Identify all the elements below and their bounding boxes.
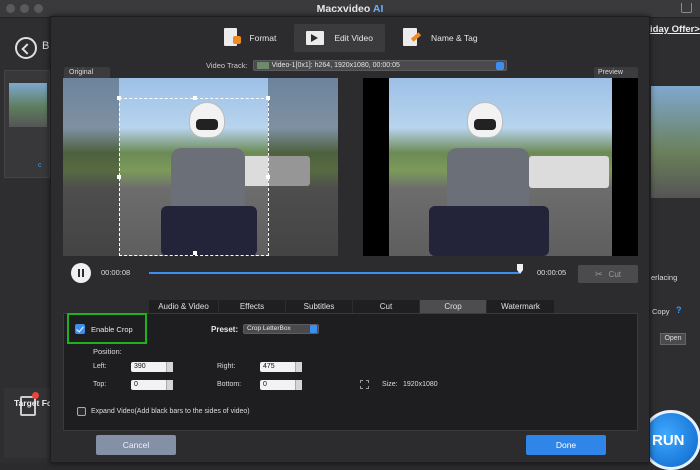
- right-value: 475: [263, 363, 275, 370]
- size-label: Size:: [382, 381, 398, 388]
- preset-value: Crop LetterBox: [247, 325, 291, 332]
- target-format-label: Target Fo: [14, 398, 53, 408]
- cart-icon[interactable]: [681, 3, 692, 13]
- size-icon: [360, 380, 369, 389]
- tab-edit-video[interactable]: Edit Video: [294, 24, 385, 52]
- crop-handle[interactable]: [266, 175, 270, 179]
- chevron-down-icon: [310, 325, 317, 333]
- tab-crop[interactable]: Crop: [420, 300, 487, 313]
- crop-handle[interactable]: [117, 175, 121, 179]
- end-time: 00:00:05: [537, 268, 567, 277]
- stepper-arrows-icon[interactable]: [166, 362, 173, 372]
- preview-label: Preview: [594, 67, 638, 78]
- bottom-stepper[interactable]: 0: [260, 380, 302, 390]
- dialog-tabs: Format Edit Video Name & Tag: [51, 17, 651, 57]
- back-label: B: [42, 40, 50, 52]
- crop-handle[interactable]: [193, 96, 197, 100]
- thumb-caption: c: [38, 162, 42, 169]
- left-label: Left:: [93, 363, 107, 370]
- tab-format[interactable]: Format: [212, 24, 288, 52]
- run-label: RUN: [652, 432, 685, 449]
- output-thumbnail: [651, 86, 700, 198]
- name-tag-icon: [402, 28, 423, 48]
- cut-button-label: Cut: [608, 269, 621, 279]
- crop-handle[interactable]: [193, 251, 197, 255]
- format-icon: [224, 28, 242, 48]
- bottom-value: 0: [263, 381, 267, 388]
- original-label: Original: [64, 67, 110, 78]
- deinterlacing-label: erlacing: [651, 273, 678, 282]
- done-button[interactable]: Done: [526, 435, 606, 455]
- left-stepper[interactable]: 390: [131, 362, 173, 372]
- source-video-thumbnail: [9, 83, 47, 127]
- top-value: 0: [134, 381, 138, 388]
- tab-watermark[interactable]: Watermark: [487, 300, 555, 313]
- video-track-value: Video-1[0x1]: h264, 1920x1080, 00:00:05: [271, 62, 400, 69]
- stepper-arrows-icon[interactable]: [166, 380, 173, 390]
- back-arrow-icon[interactable]: [15, 37, 37, 59]
- app-title-accent: AI: [372, 3, 384, 15]
- enable-crop-checkbox[interactable]: [75, 324, 85, 334]
- holiday-offer-link[interactable]: iday Offer>: [650, 24, 700, 35]
- tab-effects[interactable]: Effects: [219, 300, 286, 313]
- tab-name-tag[interactable]: Name & Tag: [391, 24, 490, 52]
- crop-shade-left: [63, 78, 119, 256]
- top-stepper[interactable]: 0: [131, 380, 173, 390]
- scissors-icon: ✂: [595, 268, 603, 279]
- source-video-card[interactable]: [4, 70, 50, 178]
- tab-subtitles[interactable]: Subtitles: [286, 300, 353, 313]
- preset-select[interactable]: Crop LetterBox: [243, 324, 319, 334]
- stepper-arrows-icon[interactable]: [295, 362, 302, 372]
- preview-frame: [389, 78, 612, 256]
- edit-video-dialog: Format Edit Video Name & Tag Video Track…: [50, 16, 650, 463]
- crop-handle[interactable]: [117, 96, 121, 100]
- cancel-button[interactable]: Cancel: [96, 435, 176, 455]
- crop-shade-right: [268, 78, 338, 256]
- app-title: Macxvideo AI: [0, 3, 700, 15]
- edit-video-icon: [306, 28, 326, 48]
- stepper-arrows-icon[interactable]: [295, 380, 302, 390]
- video-track-row: Video Track: Video-1[0x1]: h264, 1920x10…: [206, 60, 507, 71]
- expand-video-label: Expand Video(Add black bars to the sides…: [91, 408, 250, 415]
- tab-edit-video-label: Edit Video: [334, 33, 373, 43]
- chevron-down-icon: [495, 62, 504, 70]
- tab-cut[interactable]: Cut: [353, 300, 420, 313]
- video-track-label: Video Track:: [206, 61, 248, 70]
- preview-video-view: [363, 78, 638, 256]
- preset-label: Preset:: [211, 325, 239, 334]
- expand-video-checkbox[interactable]: [77, 407, 86, 416]
- playback-slider[interactable]: [149, 272, 519, 274]
- tab-format-label: Format: [249, 33, 277, 43]
- position-label: Position:: [93, 347, 122, 356]
- right-label: Right:: [217, 363, 236, 370]
- edit-sub-tabs: Audio & Video Effects Subtitles Cut Crop…: [149, 300, 555, 313]
- pause-button[interactable]: [71, 263, 91, 283]
- open-folder-button[interactable]: Open: [660, 333, 686, 345]
- original-video-view[interactable]: [63, 78, 338, 256]
- size-value: 1920x1080: [403, 381, 438, 388]
- cut-button[interactable]: ✂ Cut: [578, 265, 638, 283]
- tab-name-tag-label: Name & Tag: [430, 33, 478, 43]
- track-thumbnail-icon: [256, 62, 269, 69]
- help-icon[interactable]: ?: [676, 305, 682, 315]
- crop-rectangle[interactable]: [117, 96, 270, 256]
- bottom-label: Bottom:: [217, 381, 242, 388]
- tab-audio-video[interactable]: Audio & Video: [149, 300, 219, 313]
- right-stepper[interactable]: 475: [260, 362, 302, 372]
- current-time: 00:00:08: [101, 268, 131, 277]
- enable-crop-label: Enable Crop: [91, 325, 133, 334]
- copy-label: Copy: [652, 307, 670, 316]
- crop-handle[interactable]: [266, 96, 270, 100]
- video-track-select[interactable]: Video-1[0x1]: h264, 1920x1080, 00:00:05: [252, 60, 507, 71]
- truck-image: [529, 156, 609, 188]
- top-label: Top:: [93, 381, 107, 388]
- app-title-main: Macxvideo: [316, 3, 371, 15]
- left-value: 390: [134, 363, 146, 370]
